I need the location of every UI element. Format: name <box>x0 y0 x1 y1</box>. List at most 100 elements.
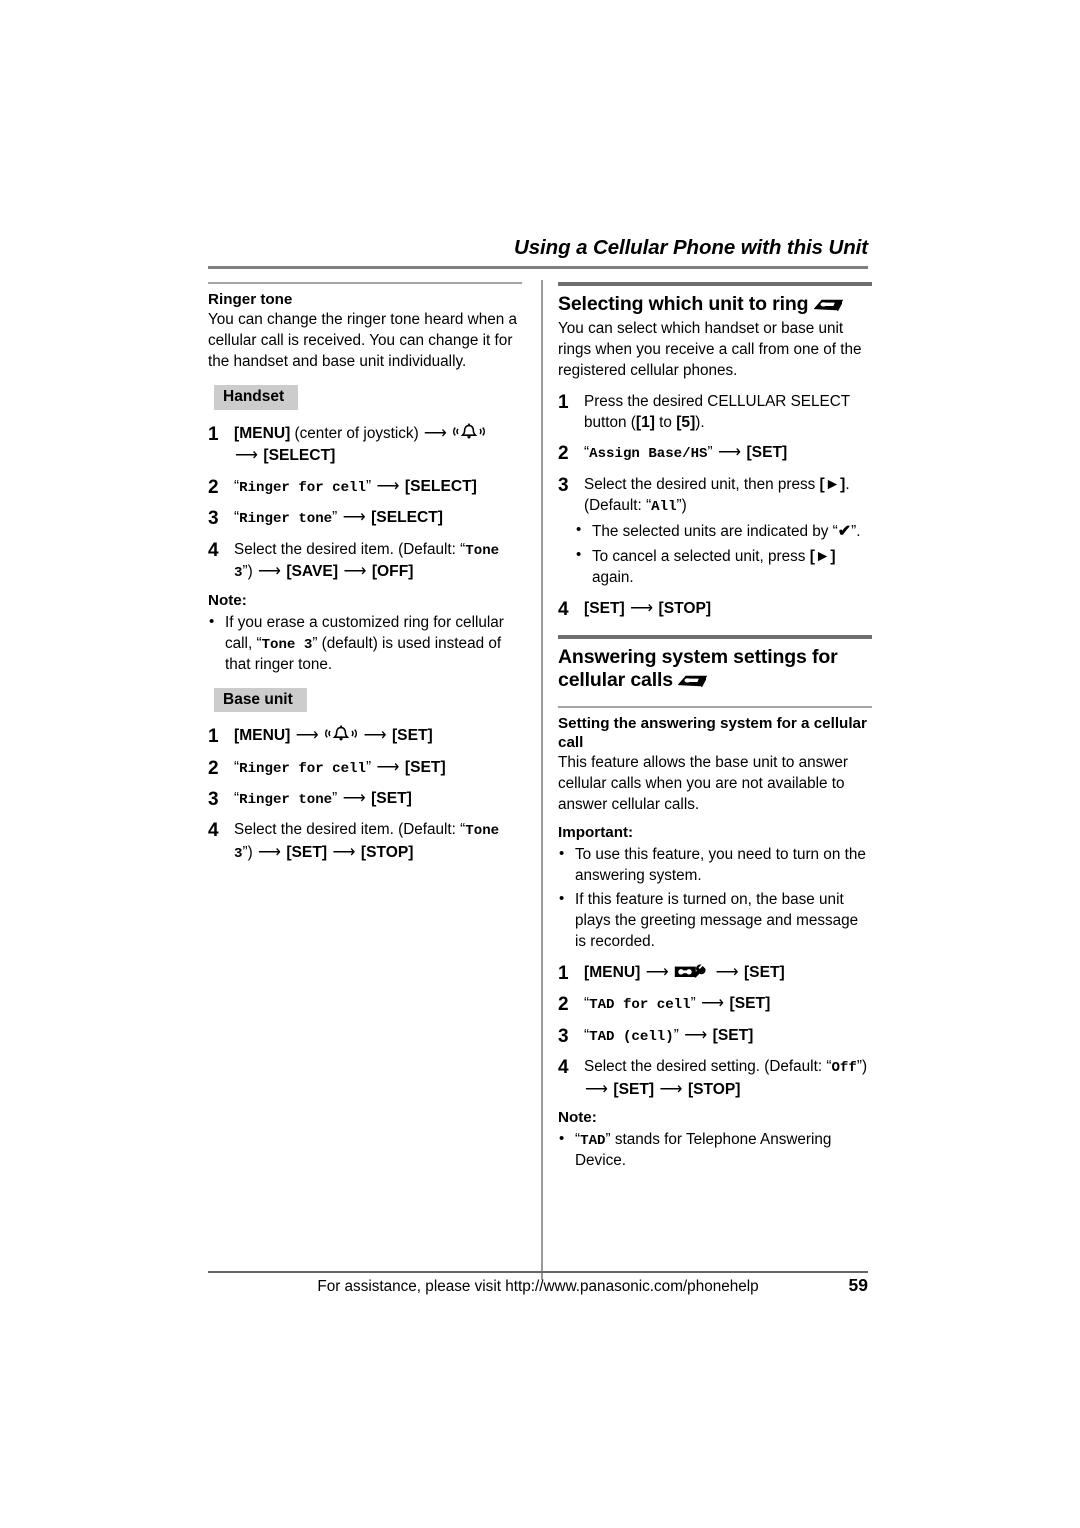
right-arrow-icon: ⟶ <box>359 727 391 745</box>
step-number: 1 <box>208 423 219 445</box>
right-arrow-icon: ⟶ <box>713 444 746 462</box>
step-text: ). <box>695 413 705 431</box>
right-arrow-icon: ⟶ <box>338 789 371 807</box>
key-token: [MENU] <box>584 964 641 982</box>
right-arrow-icon: ⟶ <box>679 1026 712 1044</box>
step-body: Select the desired unit, then press [►].… <box>584 475 850 516</box>
handset-label-chip: Handset <box>214 385 299 410</box>
ringer-tone-heading: Ringer tone <box>208 291 293 308</box>
right-section-rule-1 <box>558 282 872 286</box>
step-text: ) <box>861 1058 868 1076</box>
step-body: [MENU] ⟶ ⟶ [SET] <box>584 964 785 981</box>
header-divider-rule <box>208 265 868 269</box>
right-arrow-icon: ⟶ <box>235 446 263 464</box>
right-arrow-icon: ⟶ <box>338 509 371 527</box>
left-note-label: Note: <box>208 591 247 609</box>
right-column: Selecting which unit to ring You can sel… <box>558 282 872 1172</box>
step-text: Select the desired item. (Default: <box>234 821 461 839</box>
step-body: [SET] ⟶ [STOP] <box>584 600 711 617</box>
lcd-text: Tone 3 <box>261 636 313 653</box>
key-token: [SET] <box>371 789 412 807</box>
ringer-bell-icon <box>452 423 486 440</box>
key-token: [SET] <box>743 964 785 982</box>
step-number: 3 <box>208 508 219 530</box>
right-arrow-icon: ⟶ <box>423 424 452 442</box>
base-unit-label-chip: Base unit <box>214 687 307 713</box>
numbered-step: 1 Press the desired CELLULAR SELECT butto… <box>558 391 872 434</box>
key-token: [SELECT] <box>371 509 443 527</box>
footer-assistance-text: For assistance, please visit http://www.… <box>317 1278 759 1295</box>
manual-page: Using a Cellular Phone with this Unit Ri… <box>0 0 1080 1528</box>
answering-system-heading: Answering system settings for cellular c… <box>558 646 872 694</box>
step-number: 1 <box>558 391 569 413</box>
step-text: to <box>654 413 677 431</box>
step-body: “Assign Base/HS” ⟶ [SET] <box>584 444 787 462</box>
key-token: [SET] <box>613 1080 655 1098</box>
step-body: Select the desired setting. (Default: “O… <box>584 1058 867 1097</box>
right-arrow-icon: ⟶ <box>328 843 360 861</box>
selecting-unit-heading: Selecting which unit to ring <box>558 293 872 317</box>
key-token: [►] <box>809 547 836 565</box>
numbered-step: 4 Select the desired item. (Default: “Ton… <box>208 819 522 864</box>
page-header: Using a Cellular Phone with this Unit <box>208 236 868 269</box>
step-body: Select the desired item. (Default: “Tone… <box>234 541 499 581</box>
numbered-step: 2 “Ringer for cell” ⟶ [SET] <box>208 757 522 779</box>
lcd-text: TAD <box>580 1132 606 1149</box>
step-number: 1 <box>558 963 569 985</box>
key-token: [SET] <box>391 727 433 745</box>
answering-system-step-list: 1 [MENU] ⟶ ⟶ [SET] 2 “TAD for cell” ⟶ [SET]… <box>558 962 872 1100</box>
step-body: Select the desired item. (Default: “Tone… <box>234 821 499 861</box>
setting-answering-system-intro: This feature allows the base unit to ans… <box>558 754 848 814</box>
step-text: Select the desired setting. (Default: <box>584 1058 827 1076</box>
numbered-step: 2 “Ringer for cell” ⟶ [SELECT] <box>208 476 522 498</box>
lcd-text: Ringer for cell <box>239 760 366 777</box>
right-arrow-icon: ⟶ <box>711 964 743 982</box>
key-token: [SET] <box>286 843 328 861</box>
step-body: “Ringer for cell” ⟶ [SELECT] <box>234 478 477 496</box>
quote-close: ” <box>707 444 713 462</box>
numbered-step: 3 “Ringer tone” ⟶ [SELECT] <box>208 507 522 529</box>
step-text: ) <box>247 563 257 581</box>
right-arrow-icon: ⟶ <box>585 1080 613 1098</box>
quote-close: ” <box>690 995 696 1013</box>
lcd-text: Ringer tone <box>239 511 333 528</box>
step-text: Press the desired CELLULAR SELECT button… <box>584 392 850 431</box>
answering-system-icon <box>674 963 710 980</box>
key-token: [SET] <box>712 1026 754 1044</box>
lcd-text: Off <box>831 1060 857 1077</box>
key-token: [►] <box>819 475 846 493</box>
numbered-step: 3 “Ringer tone” ⟶ [SET] <box>208 788 522 810</box>
right-subsection-rule <box>558 706 872 709</box>
right-arrow-icon: ⟶ <box>372 758 404 776</box>
key-token: [5] <box>676 413 696 431</box>
numbered-step: 4 Select the desired setting. (Default: “… <box>558 1056 872 1101</box>
step-text: The selected units are indicated by <box>592 522 833 540</box>
lcd-text: Ringer for cell <box>239 479 366 496</box>
key-token: [SET] <box>729 995 771 1013</box>
step-number: 3 <box>558 1025 569 1047</box>
base-unit-step-list: 1 [MENU] ⟶ ⟶ [SET] 2 “Ringer for cell” ⟶ [S… <box>208 725 522 864</box>
right-arrow-icon: ⟶ <box>291 727 324 745</box>
step-number: 4 <box>558 598 569 620</box>
key-token: [STOP] <box>360 843 414 861</box>
step-body: [MENU] ⟶ ⟶ [SET] <box>234 726 433 745</box>
bullet-item: The selected units are indicated by “✔”. <box>558 520 872 543</box>
column-divider <box>541 280 543 1280</box>
lcd-text: Ringer tone <box>239 791 333 808</box>
step-text: To cancel a selected unit, press <box>592 547 810 565</box>
step-number: 3 <box>208 788 219 810</box>
step-body: Press the desired CELLULAR SELECT button… <box>584 393 850 431</box>
bullet-item: If this feature is turned on, the base u… <box>558 889 872 953</box>
page-number: 59 <box>848 1275 868 1295</box>
key-token: [STOP] <box>658 599 712 617</box>
right-note-list: “TAD” stands for Telephone Answering Dev… <box>558 1129 872 1172</box>
important-list: To use this feature, you need to turn on… <box>558 844 872 953</box>
step-number: 1 <box>208 726 219 748</box>
ringer-tone-intro: You can change the ringer tone heard whe… <box>208 311 518 371</box>
key-token: [SAVE] <box>286 563 339 581</box>
step-text: ) <box>247 843 257 861</box>
bullet-item: “TAD” stands for Telephone Answering Dev… <box>558 1129 872 1172</box>
step-text: stands for Telephone Answering Device. <box>575 1130 832 1170</box>
numbered-step: 2 “Assign Base/HS” ⟶ [SET] <box>558 442 872 464</box>
step-number: 3 <box>558 474 569 496</box>
